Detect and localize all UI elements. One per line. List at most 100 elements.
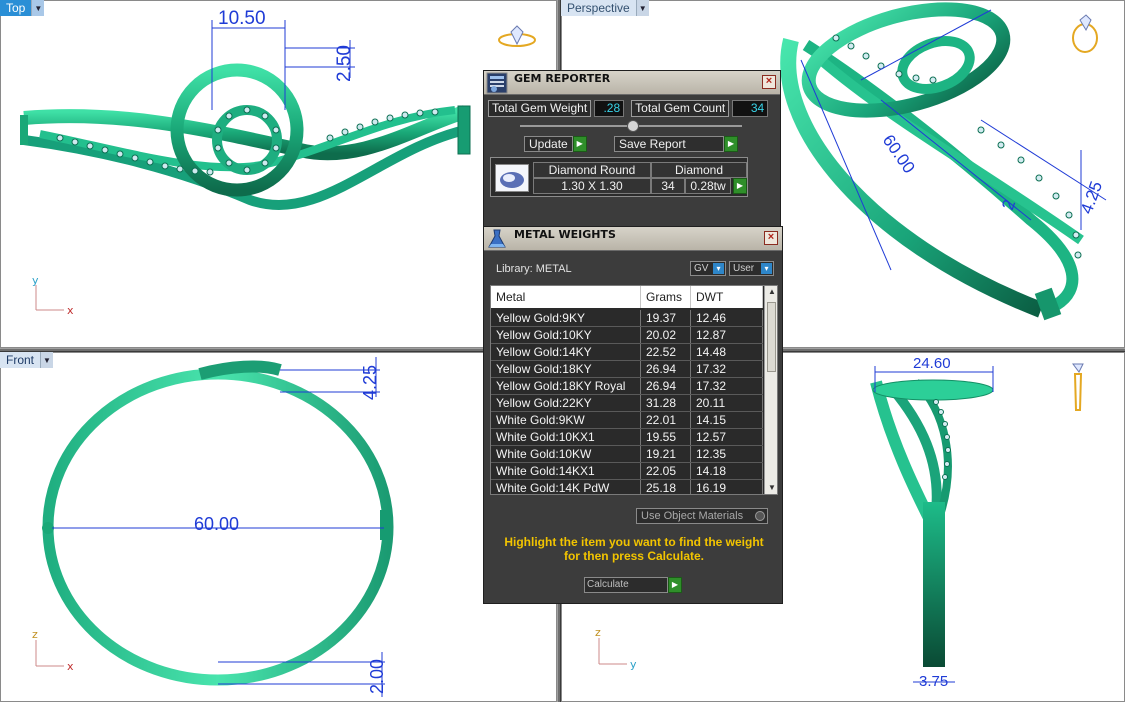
metal-weights-panel: METAL WEIGHTS × Library: METAL GV ▾ User…: [483, 226, 783, 604]
top-view-model: 10.50 2.50 y x: [20, 8, 536, 317]
dwt-cell: 12.57: [691, 429, 763, 445]
gem-size: 1.30 X 1.30: [533, 178, 651, 194]
viewport-front-label: Front: [0, 352, 42, 368]
perspective-dim-length: 60.00: [879, 131, 919, 177]
front-dim-width: 60.00: [194, 514, 239, 534]
save-report-button[interactable]: Save Report ▶: [614, 136, 738, 152]
table-row[interactable]: Yellow Gold:14KY 22.52 14.48: [491, 344, 763, 361]
viewport-perspective-label: Perspective: [561, 0, 637, 16]
table-row[interactable]: Yellow Gold:18KY 26.94 17.32: [491, 361, 763, 378]
play-arrow-icon: ▶: [724, 136, 738, 152]
metal-table: Metal Grams DWT Yellow Gold:9KY 19.37 12.4…: [490, 285, 778, 495]
panel-slider-knob[interactable]: [627, 120, 639, 132]
gv-dropdown[interactable]: GV ▾: [690, 261, 726, 276]
table-row[interactable]: White Gold:9KW 22.01 14.15: [491, 412, 763, 429]
gem-reporter-titlebar[interactable]: GEM REPORTER ×: [484, 71, 780, 95]
gem-count: 34: [651, 178, 685, 194]
metal-table-header: Metal Grams DWT: [491, 286, 763, 308]
grams-cell: 20.02: [641, 327, 691, 343]
calculate-button[interactable]: Calculate ▶: [584, 577, 682, 593]
viewport-top[interactable]: Top ▼ 10.50 2.50 y x: [0, 0, 557, 348]
scroll-down-icon[interactable]: ▼: [765, 482, 777, 494]
close-icon[interactable]: ×: [764, 231, 778, 245]
hint-line-1: Highlight the item you want to find the …: [504, 535, 764, 549]
use-object-materials-toggle[interactable]: Use Object Materials: [636, 508, 768, 524]
metal-name-cell: Yellow Gold:22KY: [491, 395, 641, 411]
table-row[interactable]: Yellow Gold:10KY 20.02 12.87: [491, 327, 763, 344]
ring-preview-icon: [498, 25, 536, 47]
close-icon[interactable]: ×: [762, 75, 776, 89]
top-axis-x: x: [67, 304, 74, 317]
calculate-label: Calculate: [584, 577, 668, 593]
metal-weights-title: METAL WEIGHTS: [514, 228, 616, 241]
grams-cell: 22.05: [641, 463, 691, 479]
grams-cell: 31.28: [641, 395, 691, 411]
grams-cell: 22.52: [641, 344, 691, 360]
metal-name-cell: White Gold:14KX1: [491, 463, 641, 479]
dwt-cell: 20.11: [691, 395, 763, 411]
gem-list-item[interactable]: Diamond Round 1.30 X 1.30 Diamond 34 0.2…: [490, 157, 748, 197]
dwt-cell: 12.87: [691, 327, 763, 343]
dwt-cell: 12.46: [691, 310, 763, 326]
grams-cell: 26.94: [641, 361, 691, 377]
gem-weight: 0.28tw: [685, 178, 731, 194]
gem-report-icon: [486, 72, 508, 94]
table-row[interactable]: White Gold:14K PdW 25.18 16.19: [491, 480, 763, 494]
total-gem-weight-label: Total Gem Weight: [488, 100, 592, 117]
viewport-front[interactable]: Front ▼ 60.00 4.25 2.00 z x: [0, 352, 557, 702]
chevron-down-icon[interactable]: ▼: [41, 352, 54, 368]
metal-name-cell: White Gold:9KW: [491, 412, 641, 428]
viewport-tab-front[interactable]: Front ▼: [0, 352, 54, 368]
viewport-tab-top[interactable]: Top ▼: [0, 0, 45, 16]
update-button-label: Update: [524, 136, 573, 152]
dwt-cell: 14.18: [691, 463, 763, 479]
viewport-tab-perspective[interactable]: Perspective ▼: [561, 0, 649, 16]
metal-name-cell: White Gold:10KW: [491, 446, 641, 462]
chevron-down-icon[interactable]: ▼: [636, 0, 649, 16]
metal-name-cell: Yellow Gold:18KY: [491, 361, 641, 377]
metal-weights-titlebar[interactable]: METAL WEIGHTS ×: [484, 227, 782, 251]
gem-shape: Diamond Round: [533, 162, 651, 178]
table-row[interactable]: White Gold:10KX1 19.55 12.57: [491, 429, 763, 446]
table-row[interactable]: Yellow Gold:22KY 31.28 20.11: [491, 395, 763, 412]
grams-cell: 26.94: [641, 378, 691, 394]
right-axis-z: z: [595, 626, 601, 639]
metal-name-cell: White Gold:10KX1: [491, 429, 641, 445]
grams-cell: 19.37: [641, 310, 691, 326]
ring-perspective-icon: [1072, 14, 1098, 53]
update-button[interactable]: Update ▶: [524, 136, 587, 152]
column-header-dwt[interactable]: DWT: [691, 286, 763, 308]
metal-name-cell: Yellow Gold:10KY: [491, 327, 641, 343]
radio-toggle-icon: [755, 511, 765, 521]
front-axis-z: z: [32, 628, 38, 641]
scroll-up-icon[interactable]: ▲: [765, 286, 777, 298]
user-label: User: [733, 263, 755, 274]
chevron-down-icon: ▾: [761, 263, 772, 274]
metal-name-cell: Yellow Gold:9KY: [491, 310, 641, 326]
scrollbar-thumb[interactable]: [767, 302, 776, 372]
total-gem-weight-value: .28: [594, 100, 625, 117]
column-header-metal[interactable]: Metal: [491, 286, 641, 308]
gem-reporter-title: GEM REPORTER: [514, 72, 611, 85]
metal-name-cell: Yellow Gold:18KY Royal: [491, 378, 641, 394]
chevron-down-icon[interactable]: ▼: [32, 0, 45, 16]
column-header-grams[interactable]: Grams: [641, 286, 691, 308]
table-row[interactable]: White Gold:14KX1 22.05 14.18: [491, 463, 763, 480]
table-row[interactable]: White Gold:10KW 19.21 12.35: [491, 446, 763, 463]
grams-cell: 19.21: [641, 446, 691, 462]
play-arrow-icon[interactable]: ▶: [733, 178, 747, 194]
grams-cell: 25.18: [641, 480, 691, 494]
total-gem-count-label: Total Gem Count: [631, 100, 730, 117]
right-dim-width: 24.60: [913, 355, 951, 372]
table-row[interactable]: Yellow Gold:18KY Royal 26.94 17.32: [491, 378, 763, 395]
dwt-cell: 17.32: [691, 378, 763, 394]
use-object-materials-label: Use Object Materials: [641, 510, 744, 522]
dwt-cell: 16.19: [691, 480, 763, 494]
dwt-cell: 14.48: [691, 344, 763, 360]
user-dropdown[interactable]: User ▾: [729, 261, 774, 276]
top-axis-y: y: [32, 274, 39, 287]
top-dim-width: 10.50: [218, 8, 266, 29]
table-row[interactable]: Yellow Gold:9KY 19.37 12.46: [491, 310, 763, 327]
viewport-top-label: Top: [0, 0, 33, 16]
metal-table-scrollbar[interactable]: ▲ ▼: [764, 286, 777, 494]
